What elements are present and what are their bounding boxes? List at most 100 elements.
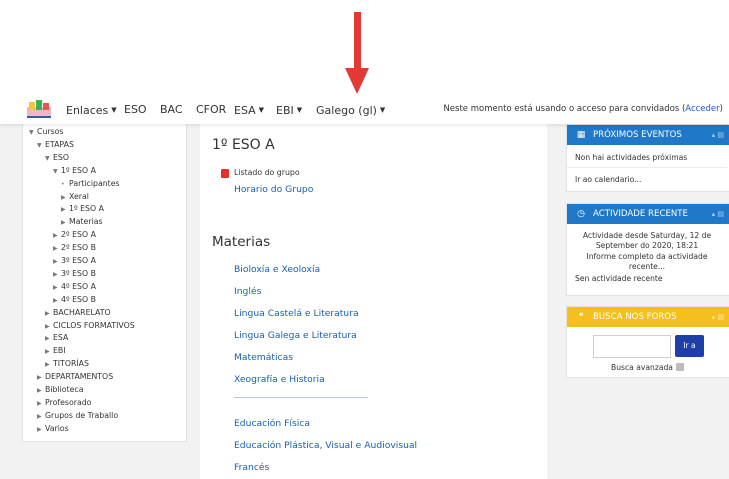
tree-item[interactable]: ▶ Materias xyxy=(61,217,103,228)
calendar-link[interactable]: Ir ao calendario... xyxy=(575,175,641,185)
collapsed-icon: ▶ xyxy=(45,309,50,317)
collapsed-icon: ▶ xyxy=(61,206,66,214)
collapsed-icon: ▶ xyxy=(45,361,50,369)
collapsed-icon: ▶ xyxy=(37,425,42,433)
activity-since-text: Actividade desde Saturday, 12 de xyxy=(582,231,712,240)
tree-item[interactable]: ▶ 4º ESO B xyxy=(53,295,96,306)
collapsed-icon: ▶ xyxy=(53,296,58,304)
comments-icon: ❝ xyxy=(578,312,584,322)
block-divider xyxy=(567,167,727,168)
subject-link[interactable]: Inglés xyxy=(234,286,261,297)
forum-search-block: ❝ BUSCA NOS FOROS ▴ ▤ Ir a Busca avanzada xyxy=(566,306,729,378)
tree-item[interactable]: ▶ Grupos de Traballo xyxy=(37,411,118,422)
collapsed-icon: ▶ xyxy=(45,335,50,343)
full-report-link[interactable]: Informe completo da actividade xyxy=(567,252,727,262)
advanced-search-link[interactable]: Busca avanzada xyxy=(611,363,684,373)
tree-item[interactable]: ▶ 2º ESO B xyxy=(53,243,96,254)
resource-listado[interactable]: Listado do grupo xyxy=(234,168,300,177)
clock-icon: ◷ xyxy=(577,209,585,219)
tree-item[interactable]: ▶ Profesorado xyxy=(37,398,91,409)
no-recent-activity-text: Sen actividade recente xyxy=(575,274,663,283)
nav-menu-item[interactable]: EBI ▼ xyxy=(276,103,302,118)
login-link[interactable]: Acceder xyxy=(685,104,719,114)
nav-menu-item[interactable]: ESA ▼ xyxy=(234,103,264,118)
forum-search-input[interactable] xyxy=(593,335,671,358)
annotation-arrow-shaft xyxy=(354,12,361,70)
schedule-link[interactable]: Horario do Grupo xyxy=(234,184,313,195)
collapse-icon[interactable]: ▴ ▤ xyxy=(712,204,724,224)
tree-item[interactable]: ▼ ETAPAS xyxy=(37,140,74,151)
guest-login-info: Neste momento está usando o acceso para … xyxy=(443,104,723,114)
caret-down-icon: ▼ xyxy=(258,106,265,114)
tree-item[interactable]: ▶ ESA xyxy=(45,333,68,344)
collapsed-icon: ▶ xyxy=(37,374,42,382)
nav-menu-item[interactable]: Galego (gl) ▼ xyxy=(316,103,385,118)
tree-item[interactable]: ▼ Cursos xyxy=(29,127,64,138)
subject-link[interactable]: Lingua Castelá e Literatura xyxy=(234,308,359,319)
forum-search-header: ❝ BUSCA NOS FOROS ▴ ▤ xyxy=(567,307,729,327)
tree-item[interactable]: ▼ ESO xyxy=(45,153,69,164)
tree-item[interactable]: ▶ 3º ESO B xyxy=(53,269,96,280)
pdf-icon xyxy=(221,169,229,178)
subject-link[interactable]: Bioloxía e Xeoloxía xyxy=(234,264,320,275)
upcoming-events-block: ▦ PRÓXIMOS EVENTOS ▴ ▤ Non hai actividade… xyxy=(566,124,729,192)
tree-item[interactable]: ▶ 3º ESO A xyxy=(53,256,96,267)
nav-menu-item[interactable]: ESO xyxy=(124,103,147,117)
section-divider xyxy=(234,397,368,398)
full-report-link-cont[interactable]: recente... xyxy=(567,262,727,272)
collapse-icon[interactable]: ▴ ▤ xyxy=(712,307,724,327)
expanded-icon: ▼ xyxy=(53,167,58,175)
tree-item[interactable]: ▶ 4º ESO A xyxy=(53,282,96,293)
collapsed-icon: ▶ xyxy=(61,193,66,201)
page-title: 1º ESO A xyxy=(212,137,275,153)
nav-menu-item[interactable]: Enlaces ▼ xyxy=(66,103,117,118)
site-logo-icon[interactable] xyxy=(24,98,54,120)
collapse-icon[interactable]: ▴ ▤ xyxy=(712,125,724,145)
tree-item[interactable]: ▶ 2º ESO A xyxy=(53,230,96,241)
help-icon[interactable] xyxy=(675,363,684,371)
tree-item[interactable]: ▶ Varios xyxy=(37,424,69,435)
navigation-tree: ▼ Cursos ▼ ETAPAS ▼ ESO ▼ 1º ESO A • Participante… xyxy=(22,124,187,442)
collapsed-icon: ▶ xyxy=(61,219,66,227)
subject-link[interactable]: Francés xyxy=(234,462,269,473)
annotation-arrow-icon xyxy=(345,68,369,94)
tree-item[interactable]: ▶ CICLOS FORMATIVOS xyxy=(45,321,135,332)
top-navbar: Enlaces ▼ ESO BAC CFOR ESA ▼ EBI ▼ Galego (gl) ▼ N… xyxy=(0,96,729,124)
collapsed-icon: ▶ xyxy=(37,387,42,394)
collapsed-icon: ▶ xyxy=(45,322,50,330)
tree-item[interactable]: ▶ Biblioteca xyxy=(37,385,84,396)
subject-link[interactable]: Xeografía e Historia xyxy=(234,374,325,385)
recent-activity-block: ◷ ACTIVIDADE RECENTE ▴ ▤ Actividade desde… xyxy=(566,203,729,296)
collapsed-icon: ▶ xyxy=(37,412,42,420)
tree-item[interactable]: ▶ TITORÍAS xyxy=(45,359,89,370)
forum-search-button[interactable]: Ir a xyxy=(675,335,704,357)
nav-menu-item[interactable]: CFOR xyxy=(196,103,226,117)
nav-menu-item[interactable]: BAC xyxy=(160,103,183,117)
tree-item[interactable]: ▶ Xeral xyxy=(61,192,89,203)
subject-link[interactable]: Educación Plástica, Visual e Audiovisual xyxy=(234,440,417,451)
bullet-icon: • xyxy=(61,180,65,188)
activity-since-date: September do 2020, 18:21 xyxy=(595,241,699,250)
subject-link[interactable]: Lingua Galega e Literatura xyxy=(234,330,357,341)
tree-item[interactable]: ▶ DEPARTAMENTOS xyxy=(37,372,113,383)
collapsed-icon: ▶ xyxy=(37,399,42,407)
course-content: 1º ESO A Listado do grupo Horario do Gru… xyxy=(200,124,547,479)
tree-item[interactable]: • Participantes xyxy=(61,179,120,190)
upcoming-events-header: ▦ PRÓXIMOS EVENTOS ▴ ▤ xyxy=(567,125,729,145)
expanded-icon: ▼ xyxy=(45,154,50,162)
collapsed-icon: ▶ xyxy=(53,245,58,253)
collapsed-icon: ▶ xyxy=(53,270,58,278)
tree-item[interactable]: ▶ BACHARELATO xyxy=(45,308,111,319)
collapsed-icon: ▶ xyxy=(53,283,58,291)
collapsed-icon: ▶ xyxy=(45,348,50,356)
tree-item[interactable]: ▶ EBI xyxy=(45,346,66,357)
collapsed-icon: ▶ xyxy=(53,232,58,240)
subject-link[interactable]: Educación Física xyxy=(234,418,310,429)
tree-item[interactable]: ▶ 1º ESO A xyxy=(61,204,104,215)
tree-item[interactable]: ▼ 1º ESO A xyxy=(53,166,96,177)
subject-link[interactable]: Matemáticas xyxy=(234,352,293,363)
section-title: Materias xyxy=(212,234,271,250)
no-events-text: Non hai actividades próximas xyxy=(575,153,688,162)
expanded-icon: ▼ xyxy=(29,129,34,136)
caret-down-icon: ▼ xyxy=(296,106,303,114)
